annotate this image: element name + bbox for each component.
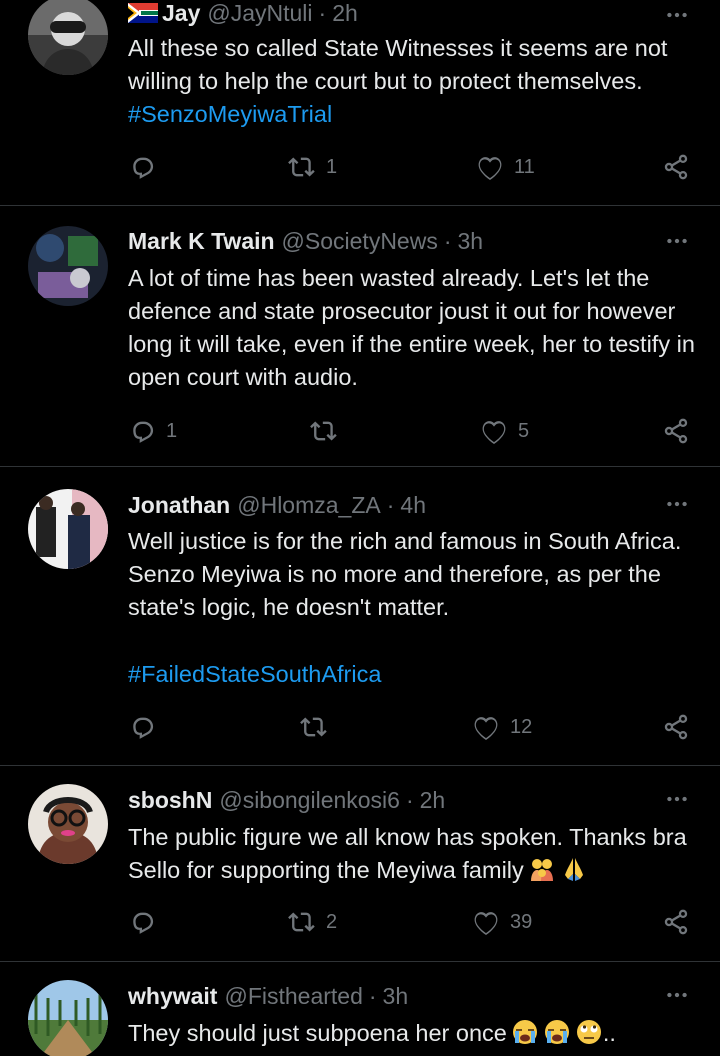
more-icon[interactable] <box>664 228 690 254</box>
heart-icon <box>472 908 500 936</box>
action-bar: 1 11 <box>128 147 698 187</box>
tweet-text: The public figure we all know has spoken… <box>128 824 687 883</box>
retweet-button[interactable] <box>310 411 338 451</box>
tweet-text: All these so called State Witnesses it s… <box>128 35 668 127</box>
tweet-item[interactable]: Jonathan @Hlomza_ZA · 4h Well justice is… <box>0 489 720 765</box>
tweet-item[interactable]: Jay @JayNtuli · 2h All these so called S… <box>0 0 720 205</box>
timestamp[interactable]: 3h <box>458 228 484 255</box>
avatar[interactable] <box>28 489 108 569</box>
retweet-icon <box>310 417 338 445</box>
share-icon <box>662 908 690 936</box>
display-name[interactable]: whywait <box>128 983 217 1010</box>
like-button[interactable]: 5 <box>480 411 529 451</box>
divider <box>0 205 720 206</box>
tweet-text: A lot of time has been wasted already. L… <box>128 265 695 390</box>
tweet-text: Well justice is for the rich and famous … <box>128 528 682 620</box>
reply-icon <box>128 713 156 741</box>
more-icon[interactable] <box>664 491 690 517</box>
avatar[interactable] <box>28 980 108 1056</box>
heart-icon <box>480 417 508 445</box>
crying-face-emoji-icon <box>544 1020 569 1044</box>
user-handle[interactable]: @SocietyNews <box>282 228 438 255</box>
like-button[interactable]: 39 <box>472 902 532 942</box>
crying-face-emoji-icon <box>512 1020 537 1044</box>
tweet-text: They should just subpoena her once.. <box>128 1020 616 1046</box>
share-icon <box>662 417 690 445</box>
user-handle[interactable]: @Fisthearted <box>224 983 362 1010</box>
retweet-button[interactable] <box>300 707 328 747</box>
display-name[interactable]: Jonathan <box>128 492 230 519</box>
like-button[interactable]: 12 <box>472 707 532 747</box>
more-icon[interactable] <box>664 786 690 812</box>
tweet-item[interactable]: Mark K Twain @SocietyNews · 3h A lot of … <box>0 226 720 466</box>
retweet-icon <box>288 908 316 936</box>
timestamp[interactable]: 3h <box>383 983 409 1010</box>
avatar[interactable] <box>28 784 108 864</box>
share-button[interactable] <box>662 411 690 451</box>
hashtag-link[interactable]: #FailedStateSouthAfrica <box>128 658 698 691</box>
heart-icon <box>472 713 500 741</box>
display-name[interactable]: Jay <box>162 0 200 27</box>
divider <box>0 765 720 766</box>
reply-icon <box>128 417 156 445</box>
share-icon <box>662 713 690 741</box>
avatar[interactable] <box>28 0 108 75</box>
retweet-icon <box>288 153 316 181</box>
reply-button[interactable] <box>128 147 156 187</box>
tweet-feed: Jay @JayNtuli · 2h All these so called S… <box>0 0 720 1056</box>
divider <box>0 466 720 467</box>
action-bar: 12 <box>128 707 698 747</box>
display-name[interactable]: sboshN <box>128 787 212 814</box>
reply-icon <box>128 153 156 181</box>
reply-button[interactable] <box>128 902 156 942</box>
tweet-item[interactable]: sboshN @sibongilenkosi6 · 2h The public … <box>0 784 720 961</box>
eye-roll-emoji-icon <box>576 1020 601 1044</box>
reply-button[interactable]: 1 <box>128 411 177 451</box>
action-bar: 1 5 <box>128 411 698 451</box>
family-emoji-icon <box>530 859 553 881</box>
action-bar: 2 39 <box>128 902 698 942</box>
timestamp[interactable]: 2h <box>420 787 446 814</box>
user-handle[interactable]: @JayNtuli <box>207 0 312 27</box>
reply-icon <box>128 908 156 936</box>
praying-hands-emoji-icon <box>564 858 583 881</box>
hashtag-link[interactable]: #SenzoMeyiwaTrial <box>128 101 332 127</box>
avatar[interactable] <box>28 226 108 306</box>
share-icon <box>662 153 690 181</box>
timestamp[interactable]: 2h <box>332 0 358 27</box>
share-button[interactable] <box>662 902 690 942</box>
user-handle[interactable]: @Hlomza_ZA <box>237 492 381 519</box>
retweet-icon <box>300 713 328 741</box>
retweet-button[interactable]: 1 <box>288 147 337 187</box>
share-button[interactable] <box>662 707 690 747</box>
reply-button[interactable] <box>128 707 156 747</box>
divider <box>0 961 720 962</box>
display-name[interactable]: Mark K Twain <box>128 228 275 255</box>
retweet-button[interactable]: 2 <box>288 902 337 942</box>
south-africa-flag-icon <box>128 3 158 23</box>
share-button[interactable] <box>662 147 690 187</box>
more-icon[interactable] <box>664 982 690 1008</box>
heart-icon <box>476 153 504 181</box>
like-button[interactable]: 11 <box>476 147 535 187</box>
user-handle[interactable]: @sibongilenkosi6 <box>219 787 400 814</box>
tweet-item[interactable]: whywait @Fisthearted · 3h They should ju… <box>0 980 720 1056</box>
more-icon[interactable] <box>664 2 690 28</box>
timestamp[interactable]: 4h <box>400 492 426 519</box>
